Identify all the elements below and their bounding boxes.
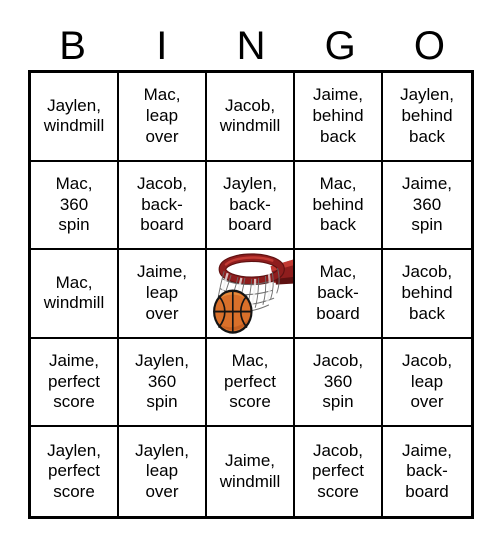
bingo-cell-g4[interactable]: Jacob, 360 spin [295, 338, 383, 428]
bingo-cell-label: Jacob, 360 spin [312, 350, 364, 412]
bingo-cell-o1[interactable]: Jaylen, behind back [383, 73, 471, 162]
bingo-cell-label: Jacob, windmill [219, 95, 281, 136]
bingo-cell-n5[interactable]: Jaime, windmill [207, 427, 295, 516]
bingo-cell-label: Mac, windmill [43, 272, 105, 313]
bingo-cell-n2[interactable]: Jaylen, back- board [207, 161, 295, 251]
bingo-cell-label: Jacob, leap over [401, 350, 453, 412]
bingo-cell-g3[interactable]: Mac, back- board [295, 250, 383, 339]
bingo-cell-o5[interactable]: Jaime, back- board [383, 427, 471, 516]
basketball-hoop-icon [207, 250, 293, 337]
bingo-cell-label: Jaylen, windmill [43, 95, 105, 136]
bingo-free-space-cell[interactable] [207, 250, 295, 339]
bingo-cell-n4[interactable]: Mac, perfect score [207, 338, 295, 428]
bingo-card: B I N G O Jaylen, windmill Mac, leap over… [0, 0, 501, 544]
bingo-cell-n1[interactable]: Jacob, windmill [207, 73, 295, 162]
bingo-cell-label: Jaime, 360 spin [401, 173, 453, 235]
bingo-cell-label: Jaime, back- board [401, 440, 453, 502]
bingo-cell-label: Jaylen, 360 spin [135, 350, 189, 412]
bingo-cell-i2[interactable]: Jacob, back- board [119, 161, 207, 251]
header-letter-i: I [156, 24, 168, 68]
bingo-cell-g1[interactable]: Jaime, behind back [295, 73, 383, 162]
bingo-cell-i1[interactable]: Mac, leap over [119, 73, 207, 162]
header-letter-n: N [236, 24, 266, 68]
bingo-cell-label: Jaime, behind back [312, 85, 364, 146]
header-letter-b: B [59, 24, 86, 68]
bingo-cell-label: Mac, leap over [143, 85, 181, 146]
bingo-cell-b1[interactable]: Jaylen, windmill [31, 73, 119, 162]
bingo-cell-b5[interactable]: Jaylen, perfect score [31, 427, 119, 516]
bingo-cell-label: Jaylen, behind back [400, 85, 454, 146]
bingo-cell-label: Mac, perfect score [224, 350, 276, 412]
bingo-cell-o3[interactable]: Jacob, behind back [383, 250, 471, 339]
bingo-cell-b3[interactable]: Mac, windmill [31, 250, 119, 339]
bingo-cell-label: Mac, behind back [312, 173, 364, 235]
bingo-cell-label: Jaylen, perfect score [47, 440, 101, 502]
bingo-cell-label: Mac, 360 spin [55, 173, 93, 235]
bingo-cell-label: Jaime, windmill [219, 450, 281, 491]
bingo-cell-g5[interactable]: Jacob, perfect score [295, 427, 383, 516]
bingo-cell-label: Jacob, back- board [136, 173, 188, 235]
bingo-cell-i5[interactable]: Jaylen, leap over [119, 427, 207, 516]
bingo-cell-label: Mac, back- board [316, 262, 360, 323]
bingo-grid: Jaylen, windmill Mac, leap over Jacob, win… [28, 70, 474, 519]
header-letter-o: O [413, 24, 445, 68]
bingo-cell-label: Jaylen, leap over [135, 440, 189, 502]
bingo-cell-o2[interactable]: Jaime, 360 spin [383, 161, 471, 251]
bingo-cell-i4[interactable]: Jaylen, 360 spin [119, 338, 207, 428]
bingo-cell-label: Jacob, perfect score [312, 440, 364, 502]
header-letter-g: G [324, 24, 356, 68]
bingo-cell-label: Jaime, leap over [136, 262, 188, 323]
bingo-cell-i3[interactable]: Jaime, leap over [119, 250, 207, 339]
bingo-cell-label: Jaime, perfect score [48, 350, 100, 412]
bingo-header-row: B I N G O [28, 22, 474, 70]
bingo-cell-b2[interactable]: Mac, 360 spin [31, 161, 119, 251]
bingo-cell-o4[interactable]: Jacob, leap over [383, 338, 471, 428]
bingo-cell-label: Jaylen, back- board [223, 173, 277, 235]
bingo-cell-label: Jacob, behind back [401, 262, 453, 323]
bingo-cell-b4[interactable]: Jaime, perfect score [31, 338, 119, 428]
bingo-cell-g2[interactable]: Mac, behind back [295, 161, 383, 251]
